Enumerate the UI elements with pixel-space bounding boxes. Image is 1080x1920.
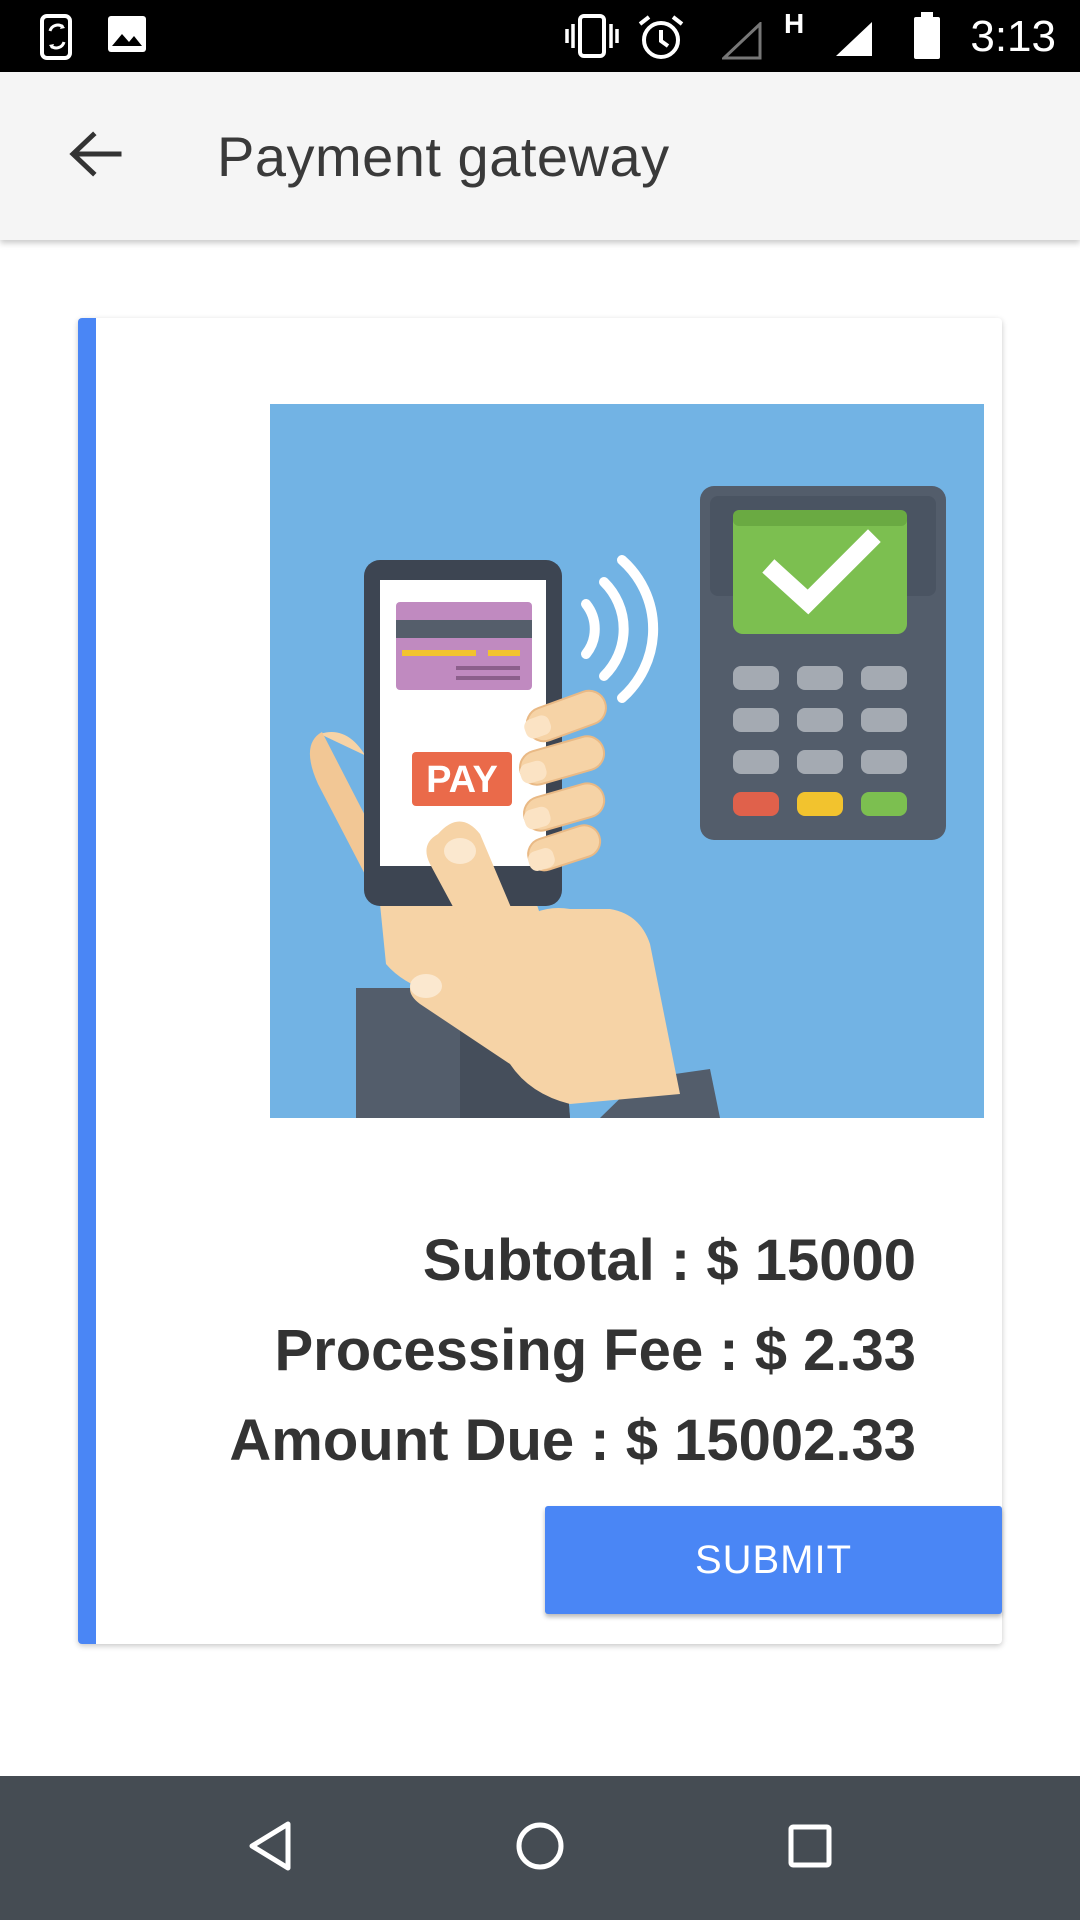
subtotal-text: Subtotal : $ 15000 [422,1228,916,1293]
processing-fee-text: Processing Fee : $ 2.33 [274,1318,916,1383]
signal-icon [834,20,874,63]
nav-back-button[interactable] [226,1804,314,1892]
app-bar: Payment gateway [0,72,1080,240]
status-bar: H 3:13 [0,0,1080,72]
nav-home-icon [514,1820,566,1877]
no-signal-icon [720,20,762,65]
payment-card: PAY Subtotal : $ 15000 Processing Fee : … [78,318,1002,1644]
payment-summary: Subtotal : $ 15000 Processing Fee : $ 2.… [229,1216,916,1486]
page-title: Payment gateway [217,125,670,188]
screen-rotation-icon [38,14,78,65]
nav-home-button[interactable] [496,1804,584,1892]
pay-label: PAY [426,759,498,801]
nav-recents-button[interactable] [766,1804,854,1892]
network-type-label: H [784,8,805,39]
nav-recents-icon [786,1822,834,1875]
amount-due-text: Amount Due : $ 15002.33 [229,1408,916,1473]
nav-back-icon [246,1820,294,1877]
submit-button[interactable]: SUBMIT [545,1506,1002,1614]
arrow-back-icon [67,130,123,183]
back-button[interactable] [60,124,130,188]
battery-icon [912,12,942,65]
mobile-payment-illustration: PAY [270,404,984,1118]
alarm-icon [637,14,685,67]
image-icon [106,14,148,59]
status-time: 3:13 [970,12,1056,61]
vibrate-icon [565,14,619,63]
system-nav-bar [0,1776,1080,1920]
